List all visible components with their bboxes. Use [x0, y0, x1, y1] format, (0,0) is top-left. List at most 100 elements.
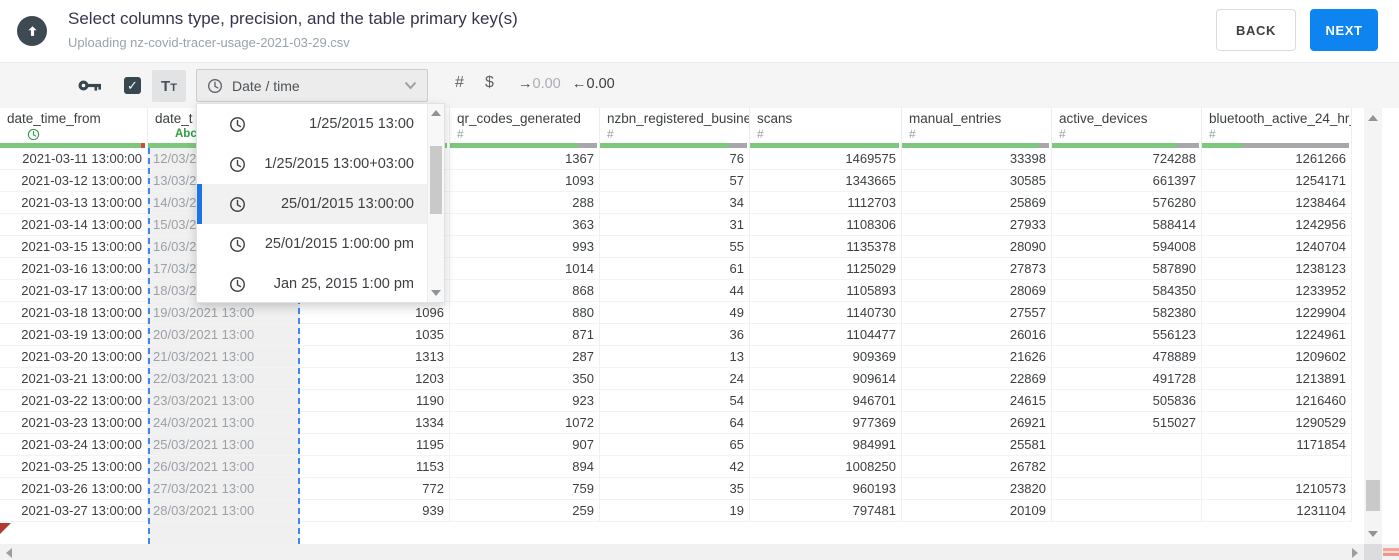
table-cell[interactable]: 1072 — [450, 412, 600, 433]
table-cell[interactable]: 27/03/2021 13:00 — [148, 478, 300, 499]
table-cell[interactable]: 576280 — [1052, 192, 1202, 213]
table-cell[interactable]: 2021-03-27 13:00:00 — [0, 500, 148, 521]
table-cell[interactable]: 28069 — [902, 280, 1052, 301]
table-cell[interactable]: 1213891 — [1202, 368, 1352, 389]
table-cell[interactable]: 909614 — [750, 368, 902, 389]
table-cell[interactable]: 1242956 — [1202, 214, 1352, 235]
scroll-left-arrow-icon[interactable] — [6, 548, 12, 558]
table-cell[interactable] — [1052, 478, 1202, 499]
table-cell[interactable]: 1140730 — [750, 302, 902, 323]
table-cell[interactable]: 65 — [600, 434, 750, 455]
table-cell[interactable]: 1231104 — [1202, 500, 1352, 521]
table-cell[interactable]: 19 — [600, 500, 750, 521]
table-cell[interactable]: 923 — [450, 390, 600, 411]
column-header-active_devices[interactable]: active_devices # — [1052, 108, 1202, 148]
table-cell[interactable]: 868 — [450, 280, 600, 301]
table-cell[interactable]: 22869 — [902, 368, 1052, 389]
number-type-button[interactable]: # — [449, 73, 470, 93]
table-cell[interactable]: 1008250 — [750, 456, 902, 477]
table-cell[interactable]: 27933 — [902, 214, 1052, 235]
date-format-option-selected[interactable]: 25/01/2015 13:00:00 — [197, 184, 428, 224]
table-cell[interactable]: 259 — [450, 500, 600, 521]
table-cell[interactable]: 478889 — [1052, 346, 1202, 367]
text-type-button[interactable]: TT — [152, 70, 186, 102]
table-cell[interactable]: 25869 — [902, 192, 1052, 213]
table-cell[interactable]: 19/03/2021 13:00 — [148, 302, 300, 323]
table-cell[interactable]: 28/03/2021 13:00 — [148, 500, 300, 521]
table-cell[interactable]: 772 — [300, 478, 450, 499]
table-cell[interactable] — [1052, 434, 1202, 455]
table-cell[interactable]: 2021-03-23 13:00:00 — [0, 412, 148, 433]
menu-scrollbar-thumb[interactable] — [430, 146, 442, 214]
vertical-scrollbar-thumb[interactable] — [1366, 480, 1380, 511]
table-cell[interactable]: 2021-03-18 13:00:00 — [0, 302, 148, 323]
table-cell[interactable]: 363 — [450, 214, 600, 235]
table-cell[interactable]: 2021-03-26 13:00:00 — [0, 478, 148, 499]
table-cell[interactable]: 1153 — [300, 456, 450, 477]
column-header-qr_codes_generated[interactable]: qr_codes_generated # — [450, 108, 600, 148]
column-header-manual_entries[interactable]: manual_entries # — [902, 108, 1052, 148]
table-cell[interactable]: 515027 — [1052, 412, 1202, 433]
table-cell[interactable]: 907 — [450, 434, 600, 455]
table-cell[interactable]: 1216460 — [1202, 390, 1352, 411]
primary-key-icon[interactable] — [78, 79, 102, 92]
table-cell[interactable]: 287 — [450, 346, 600, 367]
scroll-down-arrow-icon[interactable] — [1368, 531, 1378, 537]
table-cell[interactable]: 44 — [600, 280, 750, 301]
table-cell[interactable]: 1334 — [300, 412, 450, 433]
table-cell[interactable]: 724288 — [1052, 148, 1202, 169]
table-cell[interactable]: 55 — [600, 236, 750, 257]
table-cell[interactable]: 2021-03-14 13:00:00 — [0, 214, 148, 235]
table-cell[interactable]: 1096 — [300, 302, 450, 323]
table-cell[interactable] — [1052, 456, 1202, 477]
table-cell[interactable]: 939 — [300, 500, 450, 521]
table-cell[interactable]: 1238123 — [1202, 258, 1352, 279]
date-format-option[interactable]: Jan 25, 2015 1:00 pm — [197, 264, 428, 304]
table-cell[interactable] — [1052, 500, 1202, 521]
table-cell[interactable]: 26016 — [902, 324, 1052, 345]
date-format-option[interactable]: 25/01/2015 1:00:00 pm — [197, 224, 428, 264]
table-cell[interactable]: 2021-03-22 13:00:00 — [0, 390, 148, 411]
table-cell[interactable]: 2021-03-20 13:00:00 — [0, 346, 148, 367]
table-cell[interactable]: 20/03/2021 13:00 — [148, 324, 300, 345]
table-cell[interactable]: 33398 — [902, 148, 1052, 169]
table-cell[interactable]: 2021-03-21 13:00:00 — [0, 368, 148, 389]
table-cell[interactable]: 594008 — [1052, 236, 1202, 257]
include-column-checkbox[interactable]: ✓ — [124, 77, 141, 94]
table-cell[interactable]: 21/03/2021 13:00 — [148, 346, 300, 367]
table-cell[interactable]: 1240704 — [1202, 236, 1352, 257]
table-cell[interactable]: 1108306 — [750, 214, 902, 235]
table-cell[interactable]: 1469575 — [750, 148, 902, 169]
date-format-option[interactable]: 1/25/2015 13:00+03:00 — [197, 144, 428, 184]
column-header-date_time_from[interactable]: date_time_from — [0, 108, 148, 148]
table-cell[interactable]: 1190 — [300, 390, 450, 411]
table-cell[interactable]: 26921 — [902, 412, 1052, 433]
table-cell[interactable]: 2021-03-12 13:00:00 — [0, 170, 148, 191]
table-cell[interactable]: 880 — [450, 302, 600, 323]
table-cell[interactable]: 977369 — [750, 412, 902, 433]
vertical-scrollbar[interactable] — [1364, 108, 1382, 544]
table-cell[interactable]: 1135378 — [750, 236, 902, 257]
table-cell[interactable]: 20109 — [902, 500, 1052, 521]
table-cell[interactable]: 25581 — [902, 434, 1052, 455]
table-cell[interactable]: 1093 — [450, 170, 600, 191]
table-cell[interactable]: 13 — [600, 346, 750, 367]
table-cell[interactable]: 1238464 — [1202, 192, 1352, 213]
table-cell[interactable]: 1343665 — [750, 170, 902, 191]
table-cell[interactable]: 57 — [600, 170, 750, 191]
table-cell[interactable]: 1233952 — [1202, 280, 1352, 301]
table-cell[interactable]: 960193 — [750, 478, 902, 499]
increase-precision-button[interactable]: ←0.00 — [572, 76, 615, 92]
table-cell[interactable]: 35 — [600, 478, 750, 499]
table-cell[interactable]: 27557 — [902, 302, 1052, 323]
horizontal-scrollbar[interactable] — [0, 544, 1399, 560]
table-cell[interactable]: 24615 — [902, 390, 1052, 411]
column-header-nzbn_registered_busine[interactable]: nzbn_registered_busine # — [600, 108, 750, 148]
table-cell[interactable]: 2021-03-16 13:00:00 — [0, 258, 148, 279]
table-cell[interactable]: 2021-03-19 13:00:00 — [0, 324, 148, 345]
table-cell[interactable]: 21626 — [902, 346, 1052, 367]
table-cell[interactable]: 26782 — [902, 456, 1052, 477]
table-cell[interactable]: 584350 — [1052, 280, 1202, 301]
table-cell[interactable]: 49 — [600, 302, 750, 323]
table-cell[interactable]: 30585 — [902, 170, 1052, 191]
